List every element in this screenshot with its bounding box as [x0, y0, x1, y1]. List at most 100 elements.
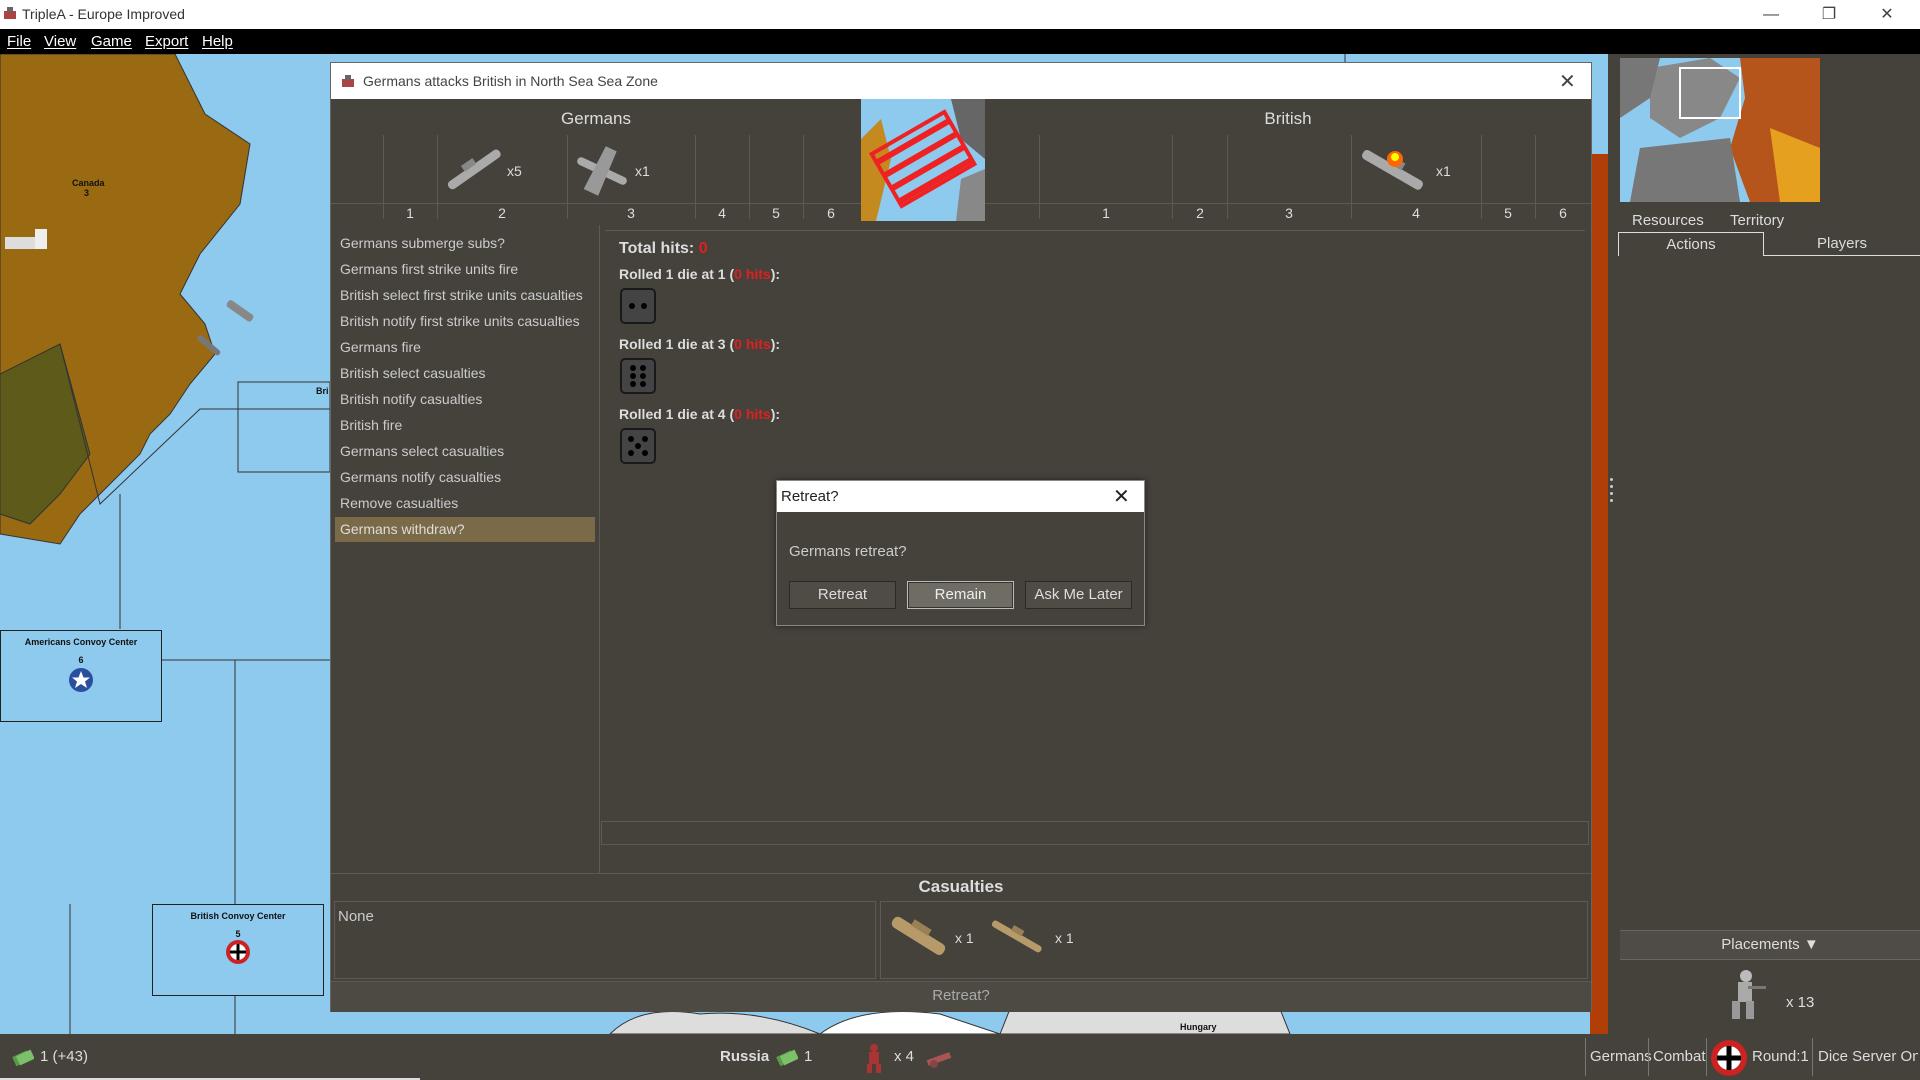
- attacker-column-2: 2: [498, 205, 506, 221]
- retreat-dialog-title: Retreat?: [781, 488, 839, 505]
- infantry-unit-icon: [1732, 970, 1766, 1019]
- triplea-app-icon: [342, 75, 354, 87]
- german-cross-roundel-icon: [226, 940, 250, 964]
- battle-step-item[interactable]: British select casualties: [335, 361, 595, 386]
- attacker-column-4: 4: [718, 205, 726, 221]
- casualty-unit-count: x 1: [1055, 930, 1074, 946]
- menu-view[interactable]: View: [44, 33, 76, 50]
- german-flag-roundel-icon: [1711, 1040, 1747, 1076]
- destroyer-icon: [991, 920, 1042, 953]
- defender-column-1: 1: [1102, 205, 1110, 221]
- roll-result-label: Rolled 1 die at 1 (0 hits):: [619, 266, 781, 282]
- tab-players[interactable]: Players: [1764, 232, 1920, 256]
- attacker-column-1: 1: [406, 205, 414, 221]
- placements-toggle[interactable]: Placements ▼: [1620, 930, 1920, 960]
- territory-pus: 1: [804, 1048, 813, 1065]
- total-hits: Total hits: 0: [619, 240, 708, 257]
- battle-step-item[interactable]: Remove casualties: [335, 491, 595, 516]
- close-window-button[interactable]: ✕: [1864, 0, 1910, 29]
- battle-steps-list: Germans submerge subs? Germans first str…: [331, 225, 600, 873]
- territory-name: Russia: [720, 1048, 770, 1065]
- current-phase: Combat: [1653, 1048, 1706, 1065]
- battle-step-item[interactable]: British notify first strike units casual…: [335, 309, 595, 334]
- battleship-icon: [447, 149, 501, 190]
- defender-column-4: 4: [1412, 205, 1420, 221]
- defender-column-5: 5: [1504, 205, 1512, 221]
- transport-ship-icon: [226, 300, 254, 322]
- tab-actions[interactable]: Actions: [1618, 232, 1764, 256]
- window-title-bar: TripleA - Europe Improved — ❐ ✕: [0, 0, 1920, 29]
- soldier-icon: [867, 1044, 881, 1073]
- hungary-label: Hungary: [1180, 1022, 1217, 1032]
- tab-resources[interactable]: Resources: [1632, 212, 1704, 229]
- money-icon: [12, 1049, 34, 1067]
- die-face-icon: [620, 288, 656, 324]
- canada-label: Canada 3: [72, 178, 105, 198]
- battle-close-icon[interactable]: ✕: [1559, 69, 1576, 94]
- right-side-panel: Resources Territory Actions Players Plac…: [1608, 54, 1920, 1034]
- menu-game[interactable]: Game: [91, 33, 132, 50]
- menu-file[interactable]: File: [7, 33, 31, 50]
- battle-step-item[interactable]: British notify casualties: [335, 387, 595, 412]
- ask-me-later-button[interactable]: Ask Me Later: [1025, 581, 1132, 609]
- battle-title-bar: Germans attacks British in North Sea Sea…: [331, 63, 1591, 99]
- die-face-icon: [620, 358, 656, 394]
- transport-ship-icon: [891, 916, 946, 955]
- casualties-title: Casualties: [918, 877, 1004, 896]
- battle-step-item-selected[interactable]: Germans withdraw?: [335, 517, 595, 542]
- defender-column-2: 2: [1196, 205, 1204, 221]
- current-player: Germans: [1590, 1048, 1652, 1065]
- attacker-unit-count: x5: [507, 163, 522, 179]
- player-pus: 1 (+43): [40, 1048, 88, 1065]
- money-icon: [776, 1049, 798, 1067]
- battle-step-item[interactable]: Germans notify casualties: [335, 465, 595, 490]
- attacker-casualties-value: None: [338, 908, 374, 925]
- minimap[interactable]: [1620, 58, 1820, 202]
- triplea-app-icon: [4, 7, 16, 19]
- roll-result-label: Rolled 1 die at 4 (0 hits):: [619, 406, 781, 422]
- battle-step-item[interactable]: British fire: [335, 413, 595, 438]
- attacker-dice-columns: Germans 1 2 3 4 5 6 x5 x1: [331, 99, 861, 221]
- remain-button[interactable]: Remain: [907, 581, 1014, 609]
- defender-unit-count: x1: [1436, 163, 1451, 179]
- status-bar: 1 (+43) Russia 1 x 4 Germans Combat Roun…: [0, 1034, 1920, 1080]
- defender-column-3: 3: [1285, 205, 1293, 221]
- round-indicator: Round:1: [1752, 1048, 1809, 1065]
- battle-step-item[interactable]: Germans select casualties: [335, 439, 595, 464]
- defender-column-6: 6: [1559, 205, 1567, 221]
- battle-title: Germans attacks British in North Sea Sea…: [363, 73, 658, 89]
- retreat-button[interactable]: Retreat: [789, 581, 896, 609]
- dice-server-status: Dice Server On: [1818, 1048, 1918, 1065]
- attacker-casualties-box: None: [334, 901, 876, 979]
- battle-status-text: Retreat?: [331, 981, 1591, 1012]
- battle-step-item[interactable]: Germans submerge subs?: [335, 231, 595, 256]
- retreat-dialog: Retreat? ✕ Germans retreat? Retreat Rema…: [776, 480, 1145, 626]
- territory-unit-count: x 4: [894, 1048, 915, 1065]
- attacker-unit-count: x1: [635, 163, 650, 179]
- attacker-name: Germans: [561, 109, 631, 128]
- north-sea-zone-image: [861, 99, 985, 221]
- defender-casualties-box: x 1 x 1: [880, 901, 1588, 979]
- tab-territory[interactable]: Territory: [1730, 212, 1784, 229]
- british-convoy-center[interactable]: British Convoy Center 5: [152, 904, 324, 996]
- artillery-icon: [926, 1052, 952, 1068]
- defender-name: British: [1264, 109, 1312, 128]
- panel-resize-handle[interactable]: [1608, 474, 1616, 518]
- battle-step-item[interactable]: Germans first strike units fire: [335, 257, 595, 282]
- retreat-question: Germans retreat?: [789, 543, 907, 560]
- minimize-button[interactable]: —: [1748, 0, 1794, 29]
- british-territory-label: Bri: [316, 386, 329, 396]
- restore-button[interactable]: ❐: [1806, 0, 1852, 29]
- window-title: TripleA - Europe Improved: [22, 6, 185, 22]
- battle-step-item[interactable]: British select first strike units casual…: [335, 283, 595, 308]
- us-star-roundel-icon: [69, 668, 93, 692]
- casualty-unit-count: x 1: [955, 930, 974, 946]
- retreat-dialog-close-icon[interactable]: ✕: [1113, 484, 1130, 509]
- roll-result-label: Rolled 1 die at 3 (0 hits):: [619, 336, 781, 352]
- menu-export[interactable]: Export: [145, 33, 188, 50]
- battle-step-item[interactable]: Germans fire: [335, 335, 595, 360]
- menu-help[interactable]: Help: [202, 33, 233, 50]
- americans-convoy-center[interactable]: Americans Convoy Center 6: [0, 630, 162, 722]
- defender-dice-columns: British 1 2 3 4 5 6 x1: [985, 99, 1591, 221]
- retreat-dialog-title-bar: Retreat? ✕: [777, 481, 1144, 512]
